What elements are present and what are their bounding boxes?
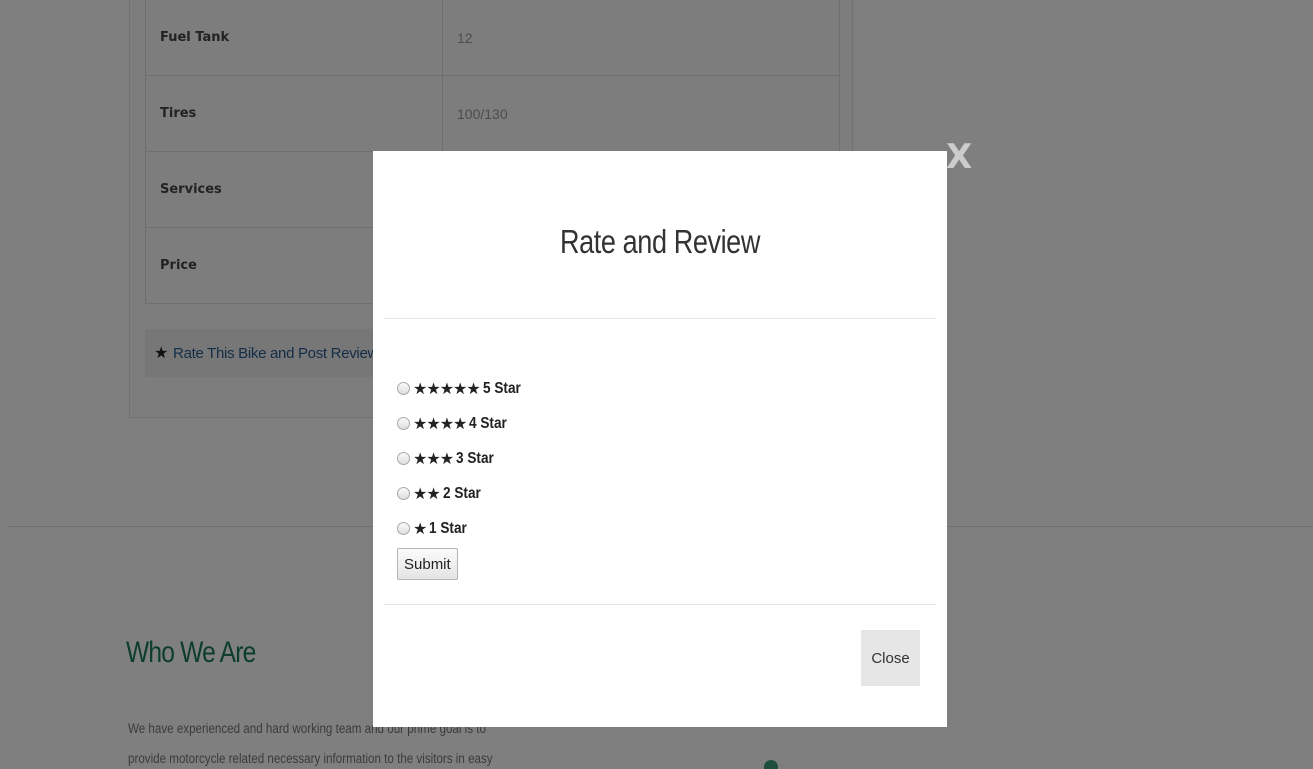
rating-label: 2 Star xyxy=(442,484,481,502)
close-icon[interactable]: X xyxy=(946,140,972,174)
stars-icon: ★★ xyxy=(413,484,441,503)
rating-option-4[interactable]: ★★★★ 4 Star xyxy=(397,406,527,441)
stars-icon: ★★★★★ xyxy=(413,379,481,398)
stars-icon: ★ xyxy=(413,519,427,538)
rating-option-1[interactable]: ★ 1 Star xyxy=(397,511,527,546)
rating-option-2[interactable]: ★★ 2 Star xyxy=(397,476,527,511)
rating-radio[interactable] xyxy=(397,382,410,395)
rating-option-3[interactable]: ★★★ 3 Star xyxy=(397,441,527,476)
stars-icon: ★★★★ xyxy=(413,414,467,433)
rate-review-modal: Rate and Review ★★★★★ 5 Star ★★★★ 4 Star… xyxy=(373,151,947,727)
rating-label: 4 Star xyxy=(469,414,508,432)
modal-header-divider xyxy=(384,318,936,319)
rating-label: 1 Star xyxy=(429,519,468,537)
modal-backdrop[interactable]: X Rate and Review ★★★★★ 5 Star ★★★★ 4 St… xyxy=(0,0,1313,769)
rating-radio[interactable] xyxy=(397,487,410,500)
rating-radio[interactable] xyxy=(397,417,410,430)
modal-footer-divider xyxy=(384,604,936,605)
modal-title: Rate and Review xyxy=(560,223,760,260)
rating-label: 5 Star xyxy=(482,379,521,397)
submit-button[interactable]: Submit xyxy=(397,548,458,580)
rating-radio[interactable] xyxy=(397,522,410,535)
rating-option-5[interactable]: ★★★★★ 5 Star xyxy=(397,371,527,406)
rating-radio[interactable] xyxy=(397,452,410,465)
rating-form: ★★★★★ 5 Star ★★★★ 4 Star ★★★ 3 Star ★★ 2… xyxy=(397,371,527,580)
close-button[interactable]: Close xyxy=(861,630,920,686)
rating-label: 3 Star xyxy=(456,449,494,467)
page: Fuel Tank 12 Tires 100/130 Services Pric… xyxy=(0,0,1313,769)
stars-icon: ★★★ xyxy=(413,449,454,468)
